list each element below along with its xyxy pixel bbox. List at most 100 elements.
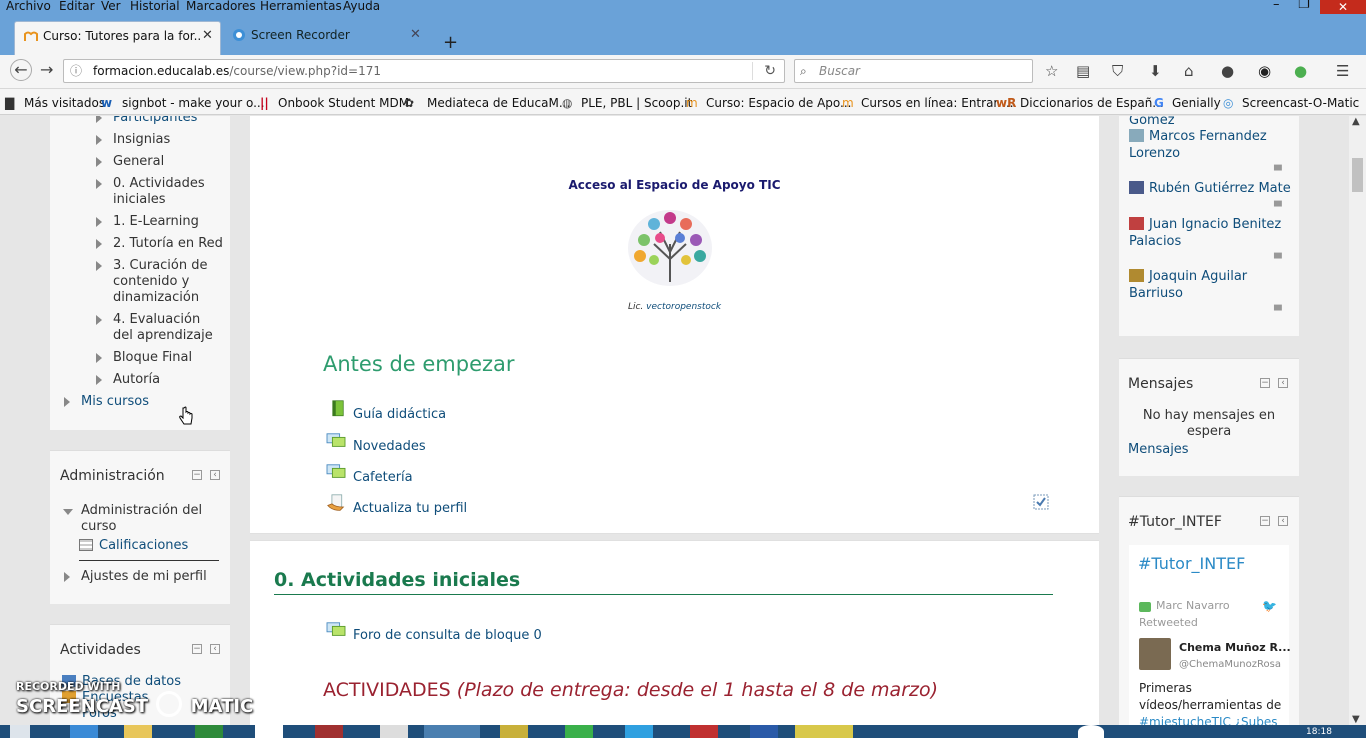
windows-start-icon[interactable] [10, 725, 30, 738]
menu-marcadores[interactable]: Marcadores [186, 0, 256, 13]
back-icon[interactable]: ← [10, 59, 32, 81]
scroll-down-icon[interactable]: ▼ [1352, 714, 1360, 725]
menu-editar[interactable]: Editar [59, 0, 95, 13]
dock-icon[interactable]: ‹ [210, 644, 220, 654]
downloads-icon[interactable]: ⬇ [1149, 62, 1162, 80]
message-bubble-icon[interactable]: ▀ [1274, 166, 1282, 177]
activity-novedades[interactable]: Novedades [353, 439, 426, 454]
nav-elearning[interactable]: 1. E-Learning [113, 214, 199, 230]
app-icon[interactable] [565, 725, 593, 738]
expand-arrow-icon[interactable] [64, 397, 70, 407]
app-icon[interactable] [625, 725, 653, 738]
message-bubble-icon[interactable]: ▀ [1274, 202, 1282, 213]
clock[interactable]: 18:18 [1306, 727, 1332, 737]
app-icon[interactable] [380, 725, 408, 738]
dock-icon[interactable]: ‹ [1278, 378, 1288, 388]
online-user[interactable]: Joaquin Aguilar Barriuso [1129, 268, 1289, 302]
collapse-arrow-icon[interactable] [63, 509, 73, 515]
expand-arrow-icon[interactable] [96, 261, 102, 271]
nav-curacion[interactable]: 3. Curación de contenido y dinamización [113, 258, 213, 306]
menu-ver[interactable]: Ver [101, 0, 121, 13]
expand-arrow-icon[interactable] [96, 353, 102, 363]
activity-actualiza-perfil[interactable]: Actualiza tu perfil [353, 501, 467, 516]
bookmark-item[interactable]: Screencast-O-Matic [1242, 96, 1359, 110]
minimize-icon[interactable]: – [1273, 0, 1280, 12]
nav-evaluacion[interactable]: 4. Evaluación del aprendizaje [113, 312, 221, 344]
app-icon[interactable] [195, 725, 223, 738]
expand-arrow-icon[interactable] [96, 375, 102, 385]
bookmark-item[interactable]: Diccionarios de Españ... [1020, 96, 1164, 110]
tweet-author-handle[interactable]: @ChemaMunozRosa [1179, 659, 1281, 670]
bookmark-item[interactable]: Curso: Espacio de Apo... [706, 96, 851, 110]
activity-guia-didactica[interactable]: Guía didáctica [353, 407, 446, 422]
menu-historial[interactable]: Historial [130, 0, 180, 13]
expand-arrow-icon[interactable] [64, 572, 70, 582]
menu-archivo[interactable]: Archivo [6, 0, 51, 13]
expand-arrow-icon[interactable] [96, 157, 102, 167]
menu-ayuda[interactable]: Ayuda [343, 0, 380, 13]
expand-arrow-icon[interactable] [96, 179, 102, 189]
forum-consulta-bloque-0[interactable]: Foro de consulta de bloque 0 [353, 628, 542, 643]
collapse-icon[interactable]: − [1260, 516, 1270, 526]
activity-cafeteria[interactable]: Cafetería [353, 470, 413, 485]
bookmark-item[interactable]: Onbook Student MDM [278, 96, 409, 110]
nav-autoria[interactable]: Autoría [113, 372, 160, 388]
collapse-icon[interactable]: − [192, 470, 202, 480]
twitter-widget-title[interactable]: #Tutor_INTEF [1138, 554, 1245, 573]
expand-arrow-icon[interactable] [96, 135, 102, 145]
online-user[interactable]: Juan Ignacio Benitez Palacios [1129, 216, 1289, 250]
url-bar[interactable]: ⓘ formacion.educalab.es/course/view.php?… [63, 59, 785, 83]
collapse-icon[interactable]: − [1260, 378, 1270, 388]
app-icon[interactable] [690, 725, 718, 738]
retweeted-by[interactable]: Marc Navarro [1156, 599, 1230, 612]
nav-actividades-iniciales[interactable]: 0. Actividades iniciales [113, 176, 213, 208]
online-user[interactable]: Marcos Fernandez Lorenzo [1129, 128, 1289, 162]
nav-insignias[interactable]: Insignias [113, 132, 170, 148]
ie-icon[interactable] [70, 725, 98, 738]
license-link[interactable]: vectoropenstock [646, 302, 721, 312]
close-window-icon[interactable]: ✕ [1320, 0, 1366, 14]
course-administration[interactable]: Administración del curso [81, 503, 221, 535]
nav-participantes[interactable]: Participantes [113, 116, 197, 126]
chat-icon[interactable]: ● [1221, 62, 1234, 80]
app-icon[interactable] [255, 725, 283, 738]
menu-herramientas[interactable]: Herramientas [260, 0, 342, 13]
profile-settings[interactable]: Ajustes de mi perfil [81, 569, 207, 585]
forward-icon[interactable]: → [40, 60, 53, 79]
bookmark-star-icon[interactable]: ☆ [1045, 62, 1058, 80]
menu-hamburger-icon[interactable]: ☰ [1336, 62, 1349, 80]
extension-icon[interactable]: ◉ [1258, 62, 1271, 80]
restore-icon[interactable]: ❐ [1298, 0, 1310, 12]
messages-link[interactable]: Mensajes [1128, 441, 1189, 458]
bookmark-item[interactable]: Más visitados [24, 96, 105, 110]
nav-bloque-final[interactable]: Bloque Final [113, 350, 192, 366]
author-avatar[interactable] [1139, 638, 1171, 670]
home-icon[interactable]: ⌂ [1184, 62, 1194, 80]
bookmark-item[interactable]: Mediateca de EducaM... [427, 96, 570, 110]
message-bubble-icon[interactable]: ▀ [1274, 254, 1282, 265]
tab-screen-recorder[interactable]: Screen Recorder ✕ [223, 21, 430, 55]
bookmark-item[interactable]: Cursos en línea: Entrar ... [861, 96, 1014, 110]
dock-icon[interactable]: ‹ [210, 470, 220, 480]
expand-arrow-icon[interactable] [96, 315, 102, 325]
app-icon[interactable] [500, 725, 528, 738]
grades-link[interactable]: Calificaciones [99, 538, 188, 554]
page-scrollbar[interactable]: ▲ ▼ [1349, 116, 1366, 725]
tray-icon[interactable] [1078, 725, 1104, 738]
new-tab-icon[interactable]: + [443, 32, 458, 53]
dock-icon[interactable]: ‹ [1278, 516, 1288, 526]
tweet-author-name[interactable]: Chema Muñoz R... [1179, 641, 1291, 654]
bookmark-item[interactable]: Genially [1172, 96, 1221, 110]
expand-arrow-icon[interactable] [96, 239, 102, 249]
extension-green-icon[interactable]: ● [1294, 62, 1307, 80]
bookmark-item[interactable]: signbot - make your o... [122, 96, 265, 110]
message-bubble-icon[interactable]: ▀ [1274, 306, 1282, 317]
scroll-up-icon[interactable]: ▲ [1352, 116, 1360, 127]
app-icon[interactable] [315, 725, 343, 738]
nav-general[interactable]: General [113, 154, 164, 170]
search-box[interactable]: ⌕ Buscar [794, 59, 1033, 83]
nav-mis-cursos[interactable]: Mis cursos [81, 394, 149, 410]
word-icon[interactable] [750, 725, 778, 738]
bookmark-item[interactable]: PLE, PBL | Scoop.it [581, 96, 692, 110]
online-user[interactable]: Rubén Gutiérrez Mate [1129, 180, 1299, 197]
